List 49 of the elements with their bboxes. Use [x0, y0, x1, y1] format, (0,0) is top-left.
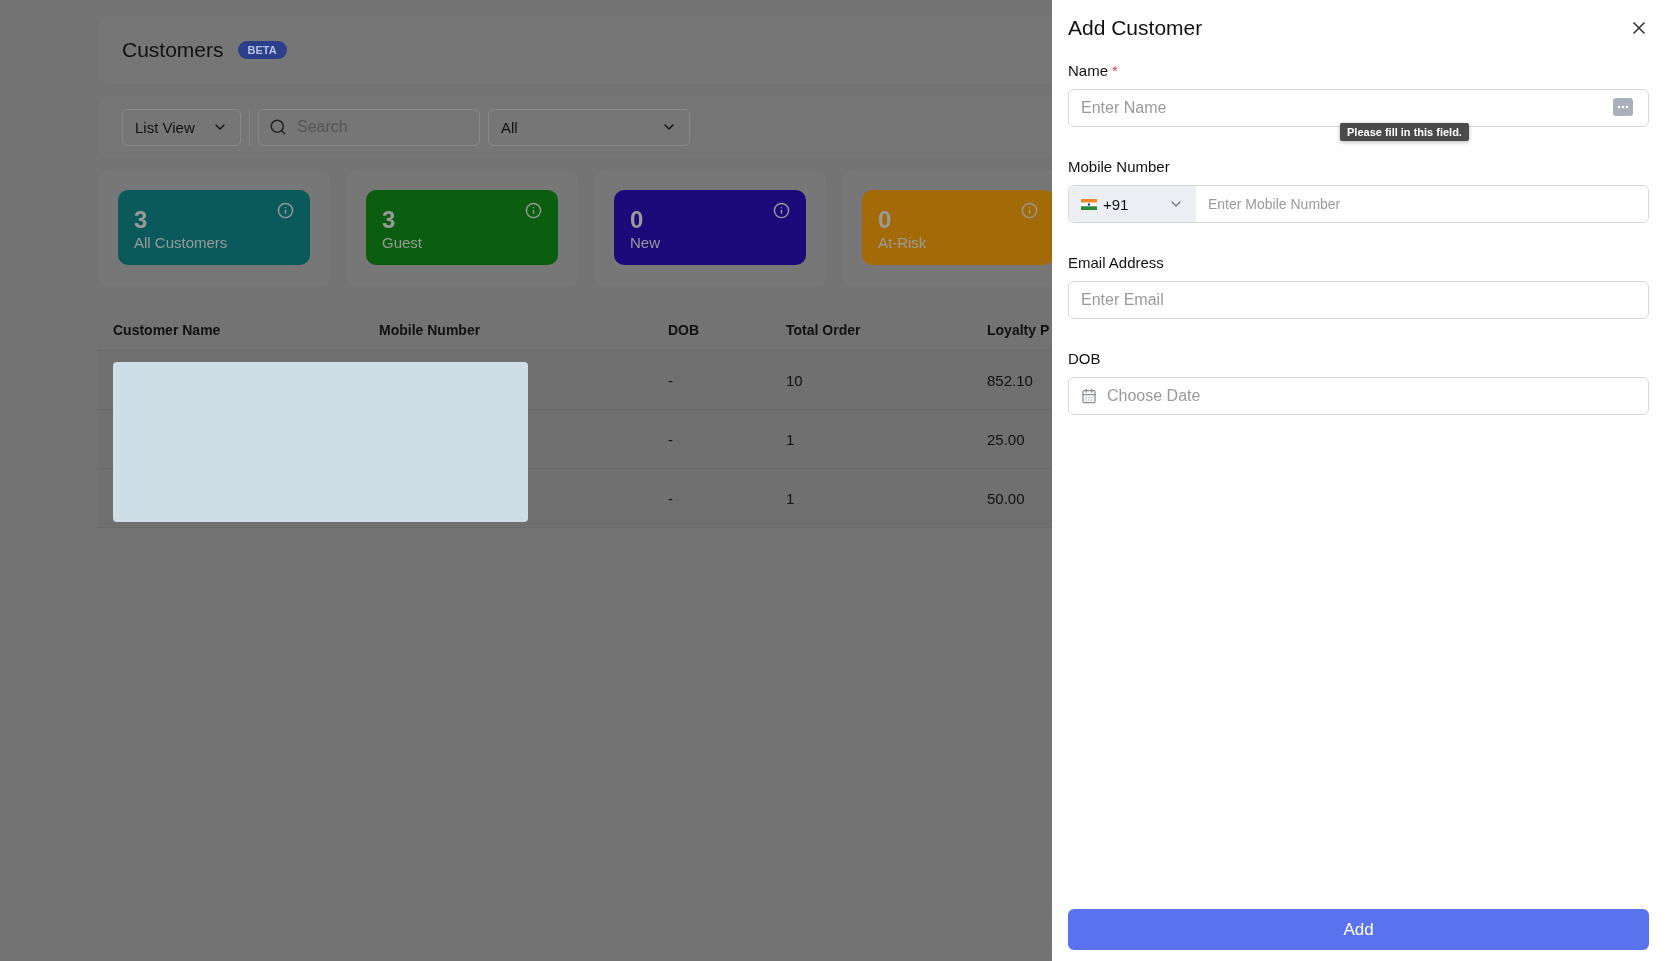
- search-icon: [269, 118, 287, 136]
- beta-badge: BETA: [237, 41, 287, 59]
- info-icon[interactable]: [773, 202, 790, 219]
- info-icon[interactable]: [525, 202, 542, 219]
- stat-label: At-Risk: [878, 234, 927, 251]
- stat-card[interactable]: 3 Guest: [366, 190, 558, 265]
- drawer-title: Add Customer: [1068, 16, 1203, 40]
- filter-select[interactable]: All: [488, 108, 690, 146]
- table-cell-text: 1: [786, 489, 796, 507]
- column-header: Customer Name: [113, 321, 222, 338]
- view-select[interactable]: List View: [122, 108, 241, 146]
- table-cell-text: 10: [786, 371, 804, 389]
- stat-value: 3: [134, 206, 148, 234]
- stat-card[interactable]: 3 All Customers: [118, 190, 310, 265]
- stat-value: 0: [630, 206, 644, 234]
- column-header: Total Order: [786, 321, 862, 338]
- info-icon[interactable]: [277, 202, 294, 219]
- page-title: Customers: [122, 38, 224, 62]
- column-header: Mobile Number: [379, 321, 482, 338]
- table-cell-text: 25.00: [987, 430, 1026, 448]
- name-input[interactable]: Enter Name: [1068, 89, 1649, 127]
- table-cell-text: -: [668, 371, 674, 389]
- column-header: Loyalty P: [987, 321, 1051, 338]
- date-field[interactable]: Choose Date: [1068, 377, 1649, 415]
- field-label: Mobile Number: [1068, 158, 1171, 175]
- stat-value: 0: [878, 206, 892, 234]
- stat-label: All Customers: [134, 234, 228, 251]
- email-input[interactable]: Enter Email: [1068, 281, 1649, 319]
- stat-card[interactable]: 0 New: [614, 190, 806, 265]
- field-label: DOB: [1068, 350, 1102, 367]
- field-label: Name *: [1068, 62, 1119, 79]
- field-label: Email Address: [1068, 254, 1165, 271]
- stat-value: 3: [382, 206, 396, 234]
- stat-label: New: [630, 234, 660, 251]
- table-cell-text: -: [668, 489, 674, 507]
- table-cell-text: 50.00: [987, 489, 1026, 507]
- table-cell-text: 852.10: [987, 371, 1034, 389]
- validation-tooltip: Please fill in this field.: [1340, 123, 1469, 141]
- add-button[interactable]: Add: [1068, 909, 1649, 950]
- mobile-field[interactable]: +91 Enter Mobile Number: [1068, 185, 1649, 223]
- required-mark: *: [1112, 62, 1118, 79]
- country-code-select[interactable]: +91: [1069, 186, 1196, 222]
- calendar-icon: [1081, 388, 1097, 404]
- table-cell-text: 1: [786, 430, 796, 448]
- table-cell-text: -: [668, 430, 674, 448]
- column-header: DOB: [668, 321, 701, 338]
- flag-icon: [1081, 198, 1097, 210]
- password-key-icon[interactable]: [1613, 98, 1633, 116]
- stat-label: Guest: [382, 234, 423, 251]
